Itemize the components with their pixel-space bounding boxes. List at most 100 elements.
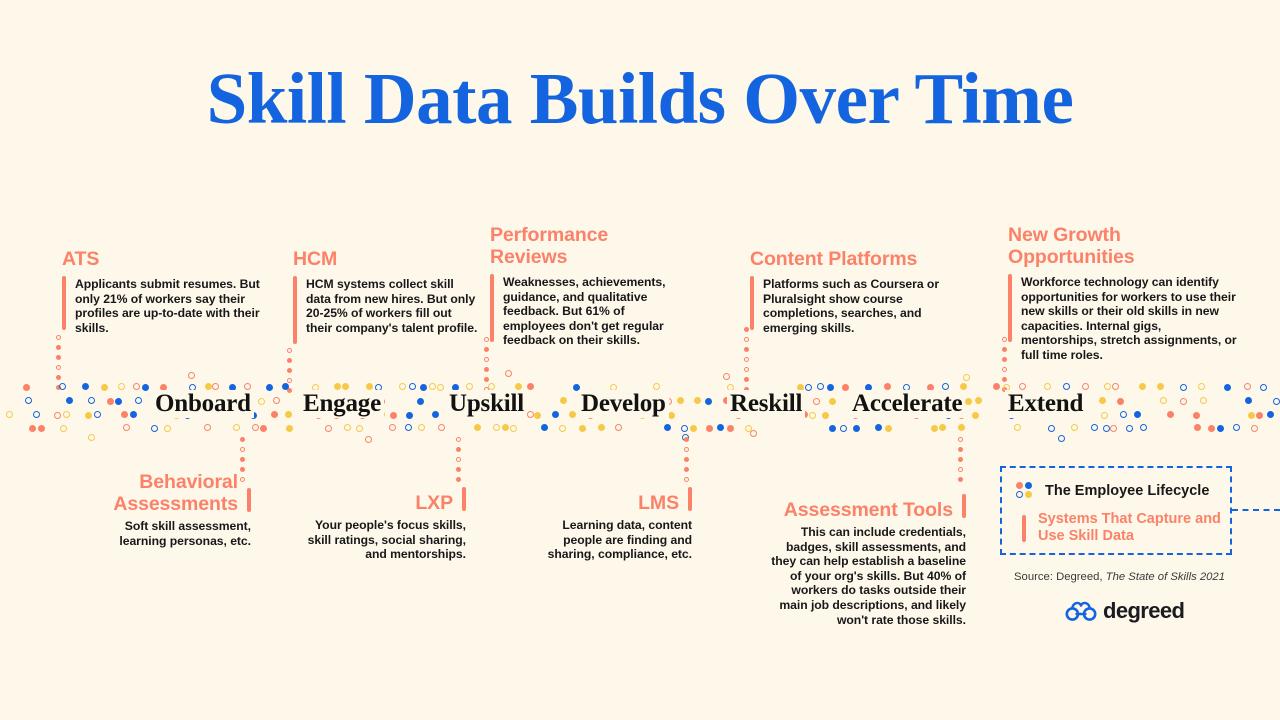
- timeline-dot: [356, 425, 363, 432]
- timeline-dot: [1194, 424, 1201, 431]
- timeline-dot: [706, 425, 713, 432]
- timeline-dot: [60, 425, 67, 432]
- timeline-stage-develop[interactable]: Develop: [578, 390, 669, 418]
- timeline-dot: [668, 412, 675, 419]
- info-block-heading: LXP: [415, 492, 453, 514]
- timeline-dot: [266, 384, 273, 391]
- timeline-dot: [151, 425, 158, 432]
- info-block-body: Applicants submit resumes. But only 21% …: [75, 277, 260, 335]
- timeline-dot: [653, 383, 660, 390]
- timeline-dot: [505, 370, 512, 377]
- timeline-dot: [1091, 424, 1098, 431]
- info-block-body: Your people's focus skills, skill rating…: [307, 518, 466, 562]
- timeline-dot: [840, 425, 847, 432]
- timeline-dot: [244, 383, 251, 390]
- info-block-heading: Behavioral Assessments: [113, 471, 238, 515]
- timeline-dot: [432, 411, 439, 418]
- timeline-dot: [1134, 411, 1141, 418]
- timeline-dot: [1139, 383, 1146, 390]
- degreed-logo: degreed: [1064, 598, 1185, 624]
- timeline-dot: [164, 425, 171, 432]
- timeline-dot: [130, 411, 137, 418]
- accent-bar: [688, 487, 692, 511]
- timeline-dot: [559, 425, 566, 432]
- timeline-dot: [366, 383, 373, 390]
- timeline-stage-reskill[interactable]: Reskill: [727, 390, 806, 418]
- timeline-dot: [972, 412, 979, 419]
- timeline-dot: [271, 411, 278, 418]
- timeline-dot: [579, 425, 586, 432]
- timeline-stage-accelerate[interactable]: Accelerate: [849, 390, 966, 418]
- timeline-dot: [502, 424, 509, 431]
- four-dot-cluster-icon: [1016, 482, 1033, 499]
- info-block-heading: New Growth Opportunities: [1008, 224, 1135, 268]
- timeline-stage-onboard[interactable]: Onboard: [152, 390, 254, 418]
- timeline-dot: [1248, 412, 1255, 419]
- timeline-dot: [121, 411, 128, 418]
- timeline-dot: [1251, 425, 1258, 432]
- timeline-dot: [212, 383, 219, 390]
- timeline-dot: [1104, 383, 1111, 390]
- timeline-dot: [963, 374, 970, 381]
- employee-lifecycle-timeline: Onboard Engage Upskill Develop Reskill A…: [0, 370, 1280, 443]
- timeline-dot: [59, 383, 66, 390]
- info-block-assessment-tools: Assessment Tools This can include creden…: [760, 494, 966, 627]
- timeline-dot: [1140, 424, 1147, 431]
- timeline-dot: [885, 425, 892, 432]
- timeline-dot: [1193, 412, 1200, 419]
- source-prefix: Source: Degreed,: [1014, 571, 1106, 583]
- timeline-dot: [1260, 384, 1267, 391]
- timeline-dot: [325, 425, 332, 432]
- info-block-body: Learning data, content people are findin…: [547, 518, 692, 562]
- timeline-dot: [958, 424, 965, 431]
- infographic-canvas: Skill Data Builds Over Time ATS Applican…: [0, 0, 1280, 720]
- info-block-body: Platforms such as Coursera or Pluralsigh…: [763, 277, 940, 335]
- timeline-dot: [931, 425, 938, 432]
- info-block-hcm: HCM HCM systems collect skill data from …: [293, 248, 478, 344]
- accent-bar: [1008, 274, 1012, 342]
- timeline-dot: [534, 412, 541, 419]
- timeline-dot: [717, 424, 724, 431]
- timeline-dot: [437, 384, 444, 391]
- timeline-dot: [1245, 397, 1252, 404]
- timeline-dot: [417, 398, 424, 405]
- timeline-dot: [690, 425, 697, 432]
- timeline-dot: [389, 424, 396, 431]
- source-title: The State of Skills 2021: [1105, 571, 1225, 583]
- timeline-dot: [466, 383, 473, 390]
- timeline-dot: [205, 383, 212, 390]
- timeline-dot: [82, 383, 89, 390]
- timeline-dot: [884, 383, 891, 390]
- timeline-dot: [123, 424, 130, 431]
- timeline-dot: [429, 383, 436, 390]
- timeline-dot: [939, 424, 946, 431]
- timeline-dot: [510, 425, 517, 432]
- timeline-stage-extend[interactable]: Extend: [1005, 390, 1087, 418]
- timeline-dot: [677, 397, 684, 404]
- timeline-dot: [515, 383, 522, 390]
- legend-box: The Employee Lifecycle Systems That Capt…: [1000, 466, 1232, 555]
- timeline-dot: [842, 384, 849, 391]
- timeline-dot: [569, 411, 576, 418]
- timeline-dot: [258, 398, 265, 405]
- timeline-dot: [1103, 425, 1110, 432]
- degreed-wordmark: degreed: [1103, 598, 1185, 623]
- timeline-dot: [1273, 398, 1280, 405]
- timeline-dot: [705, 398, 712, 405]
- timeline-stage-engage[interactable]: Engage: [300, 390, 384, 418]
- coral-bar-icon: [1022, 514, 1026, 542]
- timeline-dot: [142, 384, 149, 391]
- timeline-dot: [664, 424, 671, 431]
- timeline-dot: [829, 398, 836, 405]
- timeline-stage-upskill[interactable]: Upskill: [446, 390, 528, 418]
- timeline-dot: [1267, 411, 1274, 418]
- timeline-dot: [29, 425, 36, 432]
- timeline-dot: [94, 411, 101, 418]
- timeline-dot: [334, 383, 341, 390]
- timeline-dot: [813, 398, 820, 405]
- timeline-dot: [405, 424, 412, 431]
- timeline-dot: [107, 398, 114, 405]
- timeline-dot: [615, 424, 622, 431]
- timeline-dot: [1117, 398, 1124, 405]
- info-block-lms: LMS Learning data, content people are fi…: [540, 487, 692, 562]
